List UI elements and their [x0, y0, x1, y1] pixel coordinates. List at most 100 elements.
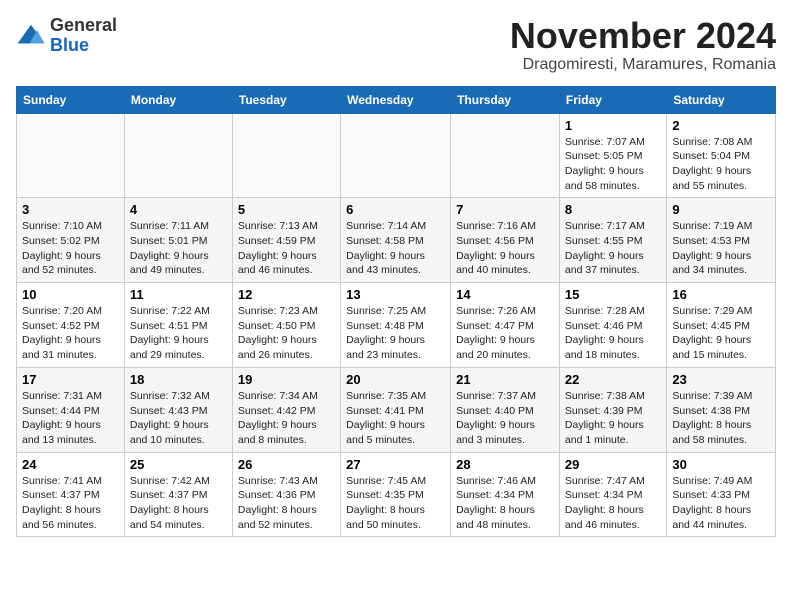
day-number: 11 — [130, 287, 227, 302]
day-number: 25 — [130, 457, 227, 472]
calendar-cell — [124, 113, 232, 198]
day-info: Sunrise: 7:49 AM Sunset: 4:33 PM Dayligh… — [672, 474, 770, 533]
calendar-cell: 29 Sunrise: 7:47 AM Sunset: 4:34 PM Dayli… — [559, 452, 666, 537]
day-info: Sunrise: 7:22 AM Sunset: 4:51 PM Dayligh… — [130, 304, 227, 363]
day-number: 9 — [672, 202, 770, 217]
day-info: Sunrise: 7:32 AM Sunset: 4:43 PM Dayligh… — [130, 389, 227, 448]
day-number: 27 — [346, 457, 445, 472]
weekday-header-wednesday: Wednesday — [341, 86, 451, 113]
day-info: Sunrise: 7:10 AM Sunset: 5:02 PM Dayligh… — [22, 219, 119, 278]
day-info: Sunrise: 7:34 AM Sunset: 4:42 PM Dayligh… — [238, 389, 335, 448]
day-info: Sunrise: 7:11 AM Sunset: 5:01 PM Dayligh… — [130, 219, 227, 278]
day-number: 17 — [22, 372, 119, 387]
week-row-4: 17 Sunrise: 7:31 AM Sunset: 4:44 PM Dayli… — [17, 367, 776, 452]
weekday-header-thursday: Thursday — [451, 86, 560, 113]
day-info: Sunrise: 7:25 AM Sunset: 4:48 PM Dayligh… — [346, 304, 445, 363]
calendar-cell: 25 Sunrise: 7:42 AM Sunset: 4:37 PM Dayli… — [124, 452, 232, 537]
day-info: Sunrise: 7:07 AM Sunset: 5:05 PM Dayligh… — [565, 135, 661, 194]
calendar-cell: 19 Sunrise: 7:34 AM Sunset: 4:42 PM Dayli… — [232, 367, 340, 452]
day-info: Sunrise: 7:08 AM Sunset: 5:04 PM Dayligh… — [672, 135, 770, 194]
day-info: Sunrise: 7:28 AM Sunset: 4:46 PM Dayligh… — [565, 304, 661, 363]
day-info: Sunrise: 7:41 AM Sunset: 4:37 PM Dayligh… — [22, 474, 119, 533]
weekday-header-monday: Monday — [124, 86, 232, 113]
calendar-cell: 6 Sunrise: 7:14 AM Sunset: 4:58 PM Daylig… — [341, 198, 451, 283]
calendar-cell — [17, 113, 125, 198]
page-header: General Blue November 2024 Dragomiresti,… — [16, 16, 776, 74]
calendar-cell: 26 Sunrise: 7:43 AM Sunset: 4:36 PM Dayli… — [232, 452, 340, 537]
calendar-cell: 5 Sunrise: 7:13 AM Sunset: 4:59 PM Daylig… — [232, 198, 340, 283]
calendar-cell: 1 Sunrise: 7:07 AM Sunset: 5:05 PM Daylig… — [559, 113, 666, 198]
day-number: 2 — [672, 118, 770, 133]
logo-icon — [16, 21, 46, 51]
day-number: 18 — [130, 372, 227, 387]
calendar-cell: 8 Sunrise: 7:17 AM Sunset: 4:55 PM Daylig… — [559, 198, 666, 283]
day-info: Sunrise: 7:26 AM Sunset: 4:47 PM Dayligh… — [456, 304, 554, 363]
day-info: Sunrise: 7:29 AM Sunset: 4:45 PM Dayligh… — [672, 304, 770, 363]
week-row-3: 10Sunrise: 7:20 AM Sunset: 4:52 PM Dayli… — [17, 283, 776, 368]
day-number: 7 — [456, 202, 554, 217]
day-info: Sunrise: 7:39 AM Sunset: 4:38 PM Dayligh… — [672, 389, 770, 448]
day-number: 3 — [22, 202, 119, 217]
day-number: 16 — [672, 287, 770, 302]
day-info: Sunrise: 7:31 AM Sunset: 4:44 PM Dayligh… — [22, 389, 119, 448]
day-number: 14 — [456, 287, 554, 302]
day-number: 21 — [456, 372, 554, 387]
logo-blue-text: Blue — [50, 35, 89, 55]
day-number: 13 — [346, 287, 445, 302]
calendar-cell — [232, 113, 340, 198]
day-number: 8 — [565, 202, 661, 217]
day-info: Sunrise: 7:42 AM Sunset: 4:37 PM Dayligh… — [130, 474, 227, 533]
calendar-cell: 9 Sunrise: 7:19 AM Sunset: 4:53 PM Daylig… — [667, 198, 776, 283]
day-info: Sunrise: 7:13 AM Sunset: 4:59 PM Dayligh… — [238, 219, 335, 278]
day-number: 28 — [456, 457, 554, 472]
day-number: 19 — [238, 372, 335, 387]
day-info: Sunrise: 7:38 AM Sunset: 4:39 PM Dayligh… — [565, 389, 661, 448]
calendar-cell — [451, 113, 560, 198]
calendar-cell: 13 Sunrise: 7:25 AM Sunset: 4:48 PM Dayli… — [341, 283, 451, 368]
calendar-cell: 23 Sunrise: 7:39 AM Sunset: 4:38 PM Dayli… — [667, 367, 776, 452]
weekday-header-row: SundayMondayTuesdayWednesdayThursdayFrid… — [17, 86, 776, 113]
day-number: 4 — [130, 202, 227, 217]
calendar-cell: 14 Sunrise: 7:26 AM Sunset: 4:47 PM Dayli… — [451, 283, 560, 368]
day-info: Sunrise: 7:45 AM Sunset: 4:35 PM Dayligh… — [346, 474, 445, 533]
location-title: Dragomiresti, Maramures, Romania — [510, 56, 776, 74]
day-info: Sunrise: 7:19 AM Sunset: 4:53 PM Dayligh… — [672, 219, 770, 278]
day-info: Sunrise: 7:16 AM Sunset: 4:56 PM Dayligh… — [456, 219, 554, 278]
calendar-table: SundayMondayTuesdayWednesdayThursdayFrid… — [16, 86, 776, 538]
week-row-2: 3 Sunrise: 7:10 AM Sunset: 5:02 PM Daylig… — [17, 198, 776, 283]
week-row-1: 1 Sunrise: 7:07 AM Sunset: 5:05 PM Daylig… — [17, 113, 776, 198]
calendar-cell: 7 Sunrise: 7:16 AM Sunset: 4:56 PM Daylig… — [451, 198, 560, 283]
calendar-cell: 27 Sunrise: 7:45 AM Sunset: 4:35 PM Dayli… — [341, 452, 451, 537]
weekday-header-sunday: Sunday — [17, 86, 125, 113]
day-number: 1 — [565, 118, 661, 133]
logo: General Blue — [16, 16, 117, 56]
month-title: November 2024 — [510, 16, 776, 56]
day-number: 23 — [672, 372, 770, 387]
day-number: 29 — [565, 457, 661, 472]
day-info: Sunrise: 7:14 AM Sunset: 4:58 PM Dayligh… — [346, 219, 445, 278]
calendar-cell: 20Sunrise: 7:35 AM Sunset: 4:41 PM Dayli… — [341, 367, 451, 452]
logo-general-text: General — [50, 15, 117, 35]
title-block: November 2024 Dragomiresti, Maramures, R… — [510, 16, 776, 74]
calendar-cell: 30Sunrise: 7:49 AM Sunset: 4:33 PM Dayli… — [667, 452, 776, 537]
calendar-cell: 24Sunrise: 7:41 AM Sunset: 4:37 PM Dayli… — [17, 452, 125, 537]
calendar-cell: 18 Sunrise: 7:32 AM Sunset: 4:43 PM Dayli… — [124, 367, 232, 452]
weekday-header-friday: Friday — [559, 86, 666, 113]
day-number: 5 — [238, 202, 335, 217]
day-info: Sunrise: 7:47 AM Sunset: 4:34 PM Dayligh… — [565, 474, 661, 533]
day-number: 15 — [565, 287, 661, 302]
day-info: Sunrise: 7:37 AM Sunset: 4:40 PM Dayligh… — [456, 389, 554, 448]
calendar-cell: 21 Sunrise: 7:37 AM Sunset: 4:40 PM Dayli… — [451, 367, 560, 452]
weekday-header-tuesday: Tuesday — [232, 86, 340, 113]
calendar-cell: 4 Sunrise: 7:11 AM Sunset: 5:01 PM Daylig… — [124, 198, 232, 283]
calendar-cell: 16 Sunrise: 7:29 AM Sunset: 4:45 PM Dayli… — [667, 283, 776, 368]
calendar-cell — [341, 113, 451, 198]
day-number: 6 — [346, 202, 445, 217]
day-number: 20 — [346, 372, 445, 387]
day-number: 22 — [565, 372, 661, 387]
day-info: Sunrise: 7:17 AM Sunset: 4:55 PM Dayligh… — [565, 219, 661, 278]
calendar-cell: 10Sunrise: 7:20 AM Sunset: 4:52 PM Dayli… — [17, 283, 125, 368]
day-number: 26 — [238, 457, 335, 472]
day-info: Sunrise: 7:43 AM Sunset: 4:36 PM Dayligh… — [238, 474, 335, 533]
day-info: Sunrise: 7:20 AM Sunset: 4:52 PM Dayligh… — [22, 304, 119, 363]
